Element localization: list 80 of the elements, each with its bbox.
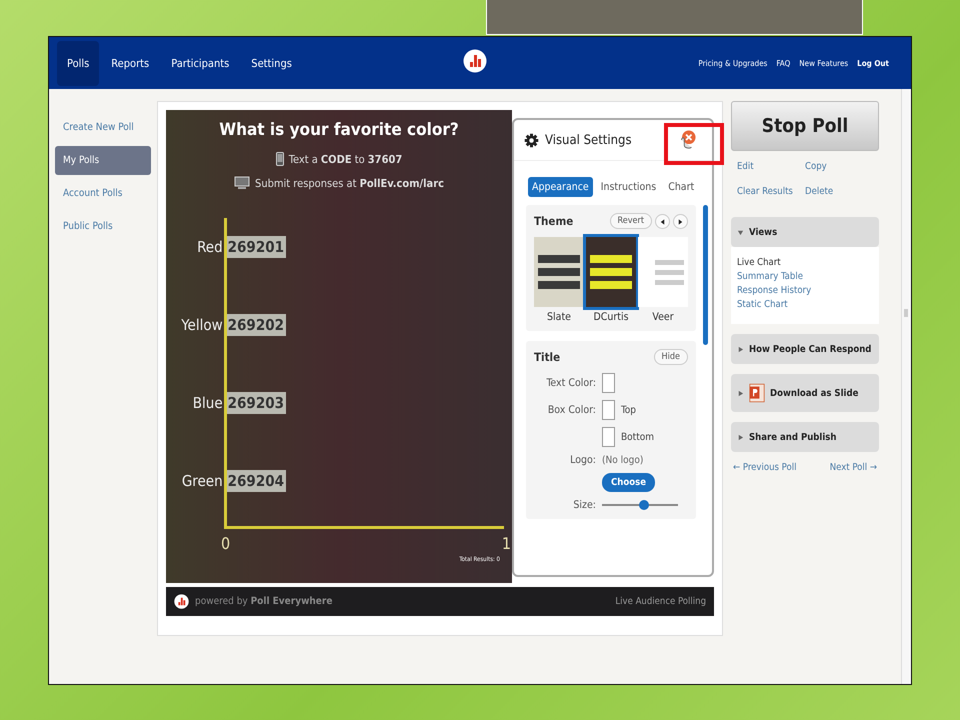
choice-code: 269204 [226,470,286,492]
stop-poll-button[interactable]: Stop Poll [731,101,879,151]
nav-link[interactable]: FAQ [776,58,790,68]
action-link[interactable]: Copy [805,161,873,172]
highlight-frame [664,123,724,165]
panel-header[interactable]: How People Can Respond [731,334,879,364]
choice-code: 269203 [226,392,286,414]
choice-label: Green [182,472,223,490]
choose-button[interactable]: Choose [602,473,655,492]
sidebar-item[interactable]: Public Polls [55,212,151,241]
choice-code: 269202 [226,314,286,336]
choice-label: Yellow [181,316,223,334]
color-swatch[interactable] [602,400,615,420]
field-label: Box Color: [546,404,596,416]
logo-icon [463,49,487,73]
field-label: Logo: [569,454,596,466]
close-icon[interactable] [678,129,696,151]
view-link[interactable]: Response History [737,285,873,296]
nav-link[interactable]: Pricing & Upgrades [698,58,768,68]
right-arrow-icon [677,218,684,226]
poll-question: What is your favorite color? [219,120,459,140]
panel-title: Visual Settings [545,132,632,148]
previous-button[interactable] [655,214,670,228]
view-link[interactable]: Static Chart [737,299,873,310]
next-poll-link[interactable]: Next Poll → [830,462,877,473]
logo-icon [174,594,189,609]
choice-code: 269201 [226,236,286,258]
panel-title: Share and Publish [749,432,836,442]
axis-tick-label: 0 [221,534,230,553]
view-link[interactable]: Live Chart [737,257,873,268]
action-link[interactable]: Clear Results [737,186,805,197]
slide-file-icon [749,383,765,403]
panel-tab[interactable]: Appearance [528,177,593,197]
panel-title: How People Can Respond [749,344,872,354]
sidebar-item[interactable]: Create New Poll [55,113,151,142]
panel-title: Views [749,226,778,238]
powered-by-text: powered by Poll Everywhere [195,596,332,607]
computer-icon [234,176,250,190]
section-title: Theme [534,214,574,228]
panel-header[interactable]: Download as Slide [731,374,879,412]
logo-value: (No logo) [602,454,644,466]
panel-tab[interactable]: Chart [664,177,698,197]
sidebar-item[interactable]: My Polls [55,146,151,175]
choice-label: Blue [192,394,223,412]
phone-icon [276,150,284,168]
sidebar-item[interactable]: Account Polls [55,179,151,208]
scrollbar[interactable] [703,205,708,345]
color-swatch[interactable] [602,427,615,447]
nav-tab[interactable]: Reports [101,40,160,86]
axis-tick-label: 1 [502,534,511,553]
previous-poll-link[interactable]: ← Previous Poll [733,462,796,473]
nav-tab[interactable]: Polls [57,40,100,86]
nav-link[interactable]: Log Out [857,58,889,68]
panel-title: Download as Slide [770,388,858,398]
nav-tab[interactable]: Settings [241,40,302,86]
field-label: Text Color: [545,377,596,389]
revert-button[interactable]: Revert [610,213,652,229]
field-label: Top [621,404,636,416]
color-swatch[interactable] [602,373,615,393]
panel-header[interactable]: Share and Publish [731,422,879,452]
panel-header[interactable]: Views [731,217,879,247]
settings-icon [524,132,539,148]
web-instruction: Submit responses at PollEv.com/larc [255,176,444,190]
panel-tab[interactable]: Instructions [596,177,660,197]
tagline: Live Audience Polling [615,596,706,607]
choice-label: Red [197,238,223,256]
text-instruction: Text a CODE to 37607 [288,152,402,166]
nav-link[interactable]: New Features [799,58,848,68]
section-title: Title [534,350,560,364]
nav-tab[interactable]: Participants [161,40,240,86]
action-link[interactable]: Delete [805,186,873,197]
hide-button[interactable]: Hide [654,349,688,365]
view-link[interactable]: Summary Table [737,271,873,282]
scrollbar[interactable] [901,89,911,684]
field-label: Bottom [621,432,654,442]
left-arrow-icon [659,218,666,226]
action-link[interactable]: Edit [737,161,805,172]
field-label: Size: [572,499,596,511]
slider-thumb[interactable] [638,500,649,510]
next-button[interactable] [673,214,688,228]
